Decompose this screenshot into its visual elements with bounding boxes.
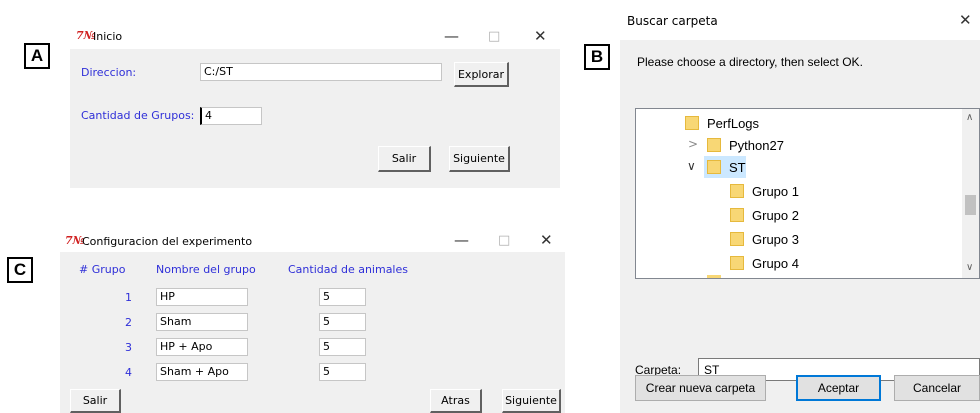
aceptar-button[interactable]: Aceptar — [796, 375, 881, 401]
buscar-carpeta-window: Buscar carpeta ✕ Please choose a directo… — [620, 0, 980, 413]
cantidad-grupos-label: Cantidad de Grupos: — [81, 109, 195, 122]
minimize-icon[interactable]: — — [454, 231, 469, 249]
folder-icon — [730, 184, 744, 198]
panel-label-c: C — [7, 257, 33, 283]
folder-icon — [730, 208, 744, 222]
tree-item-python27[interactable]: Python27 — [707, 134, 784, 156]
tree-item-grupo-4[interactable]: Grupo 4 — [730, 252, 799, 274]
tree-item-grupo-2[interactable]: Grupo 2 — [730, 204, 799, 226]
nombre-grupo-input[interactable]: Sham + Apo — [156, 363, 248, 381]
window-title: Buscar carpeta — [627, 14, 718, 28]
salir-button[interactable]: Salir — [378, 146, 431, 172]
direccion-label: Direccion: — [81, 66, 137, 79]
cantidad-animales-input[interactable]: 5 — [319, 363, 366, 381]
tree-item-label: Grupo 2 — [752, 207, 799, 223]
nombre-grupo-input[interactable]: HP + Apo — [156, 338, 248, 356]
folder-icon — [707, 160, 721, 174]
crear-nueva-carpeta-button[interactable]: Crear nueva carpeta — [635, 375, 766, 401]
folder-icon — [730, 232, 744, 246]
maximize-icon[interactable]: □ — [488, 29, 500, 44]
direccion-input[interactable]: C:/ST — [200, 63, 442, 81]
tree-item-label: Grupo 3 — [752, 231, 799, 247]
tree-item-label: Grupo 1 — [752, 183, 799, 199]
buscar-titlebar: Buscar carpeta ✕ — [620, 0, 980, 40]
close-icon[interactable]: ✕ — [540, 231, 553, 249]
scroll-up-icon[interactable]: ∧ — [966, 112, 973, 123]
grupo-number: 1 — [125, 291, 132, 304]
tree-item-label: ST — [729, 159, 746, 175]
window-title: Inicio — [93, 30, 123, 43]
partial-folder-icon — [707, 275, 721, 278]
tree-item-grupo-1[interactable]: Grupo 1 — [730, 180, 799, 202]
tree-item-label: Python27 — [729, 137, 784, 153]
salir-button[interactable]: Salir — [70, 389, 121, 413]
tree-item-label: PerfLogs — [707, 115, 760, 131]
header-nombre: Nombre del grupo — [156, 263, 256, 276]
scroll-down-icon[interactable]: ∨ — [966, 262, 973, 273]
folder-tree[interactable]: PerfLogs > Python27 ∨ ST Grupo 1 Grupo 2… — [635, 108, 980, 279]
inicio-titlebar: 7№ Inicio — □ ✕ — [70, 25, 560, 49]
chevron-right-icon[interactable]: > — [688, 137, 698, 151]
explorar-button[interactable]: Explorar — [454, 62, 509, 87]
close-icon[interactable]: ✕ — [959, 11, 972, 29]
config-titlebar: 7№ Configuracion del experimento — □ ✕ — [60, 228, 565, 252]
nombre-grupo-input[interactable]: Sham — [156, 313, 248, 331]
chevron-down-icon[interactable]: ∨ — [687, 159, 696, 173]
vertical-scrollbar[interactable]: ∧ ∨ — [962, 109, 979, 278]
maximize-icon[interactable]: □ — [498, 233, 510, 248]
grupo-number: 4 — [125, 366, 132, 379]
tree-item-grupo-3[interactable]: Grupo 3 — [730, 228, 799, 250]
grupo-number: 3 — [125, 341, 132, 354]
inicio-window: 7№ Inicio — □ ✕ Direccion: C:/ST Explora… — [70, 25, 560, 188]
cantidad-animales-input[interactable]: 5 — [319, 338, 366, 356]
folder-icon — [730, 256, 744, 270]
atras-button[interactable]: Atras — [430, 389, 482, 413]
cancelar-button[interactable]: Cancelar — [894, 375, 980, 401]
close-icon[interactable]: ✕ — [534, 27, 547, 45]
folder-icon — [707, 138, 721, 152]
siguiente-button[interactable]: Siguiente — [449, 146, 510, 172]
window-title: Configuracion del experimento — [82, 235, 253, 248]
configuracion-window: 7№ Configuracion del experimento — □ ✕ #… — [60, 228, 565, 413]
siguiente-button[interactable]: Siguiente — [502, 389, 561, 413]
tree-item-st[interactable]: ST — [707, 156, 746, 178]
panel-label-b: B — [584, 44, 610, 70]
minimize-icon[interactable]: — — [444, 27, 459, 45]
tree-item-label: Grupo 4 — [752, 255, 799, 271]
nombre-grupo-input[interactable]: HP — [156, 288, 248, 306]
cantidad-animales-input[interactable]: 5 — [319, 313, 366, 331]
header-cantidad: Cantidad de animales — [288, 263, 408, 276]
tree-item-perflogs[interactable]: PerfLogs — [685, 112, 759, 134]
instructions-text: Please choose a directory, then select O… — [637, 55, 863, 69]
header-grupo: # Grupo — [79, 263, 126, 276]
folder-icon — [685, 116, 699, 130]
cantidad-grupos-input[interactable]: 4 — [200, 107, 262, 125]
panel-label-a: A — [24, 43, 50, 69]
scrollbar-thumb[interactable] — [965, 195, 976, 215]
cantidad-animales-input[interactable]: 5 — [319, 288, 366, 306]
grupo-number: 2 — [125, 316, 132, 329]
